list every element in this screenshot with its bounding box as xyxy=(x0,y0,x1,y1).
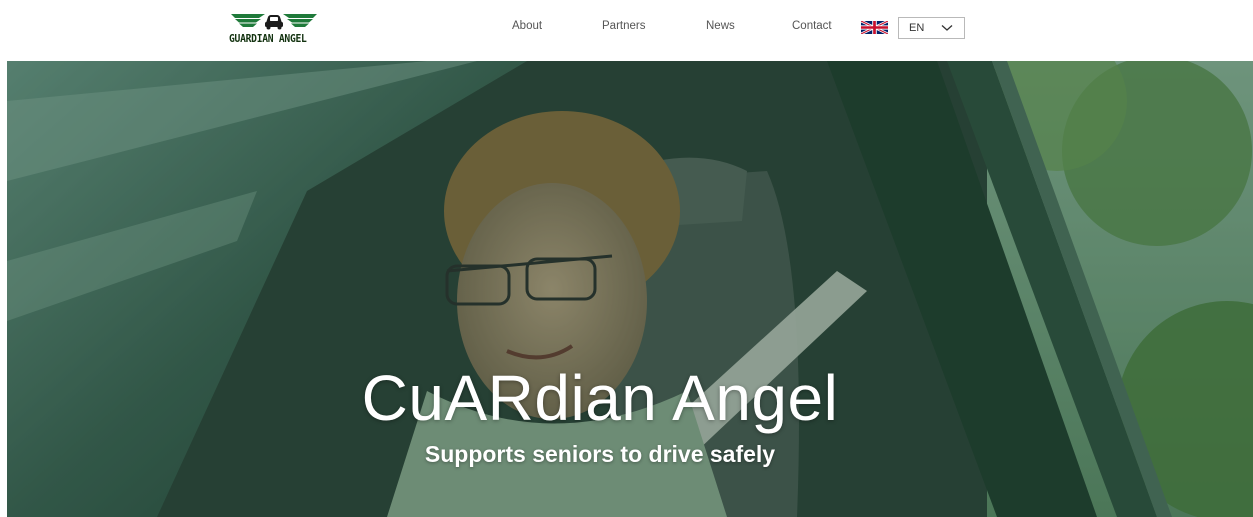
winged-car-logo-icon xyxy=(231,14,317,30)
site-header: GUARDIAN ANGEL About Partners News Conta… xyxy=(0,0,1253,61)
nav-partners-link[interactable]: Partners xyxy=(602,20,645,32)
hero-subtitle: Supports seniors to drive safely xyxy=(424,441,776,467)
language-selected-value: EN xyxy=(909,22,925,34)
nav-about-link[interactable]: About xyxy=(512,20,542,32)
uk-flag-icon xyxy=(861,21,888,34)
nav-news-link[interactable]: News xyxy=(706,20,735,32)
guardian-angel-logo[interactable]: GUARDIAN ANGEL xyxy=(229,10,319,46)
hero-title: CuARdian Angel xyxy=(361,362,839,434)
nav-contact-link[interactable]: Contact xyxy=(792,20,832,32)
chevron-down-icon xyxy=(941,25,953,31)
hero-banner: CuARdian Angel Supports seniors to drive… xyxy=(7,61,1253,517)
logo-text: GUARDIAN ANGEL xyxy=(229,33,307,45)
language-dropdown[interactable]: EN xyxy=(898,17,965,39)
